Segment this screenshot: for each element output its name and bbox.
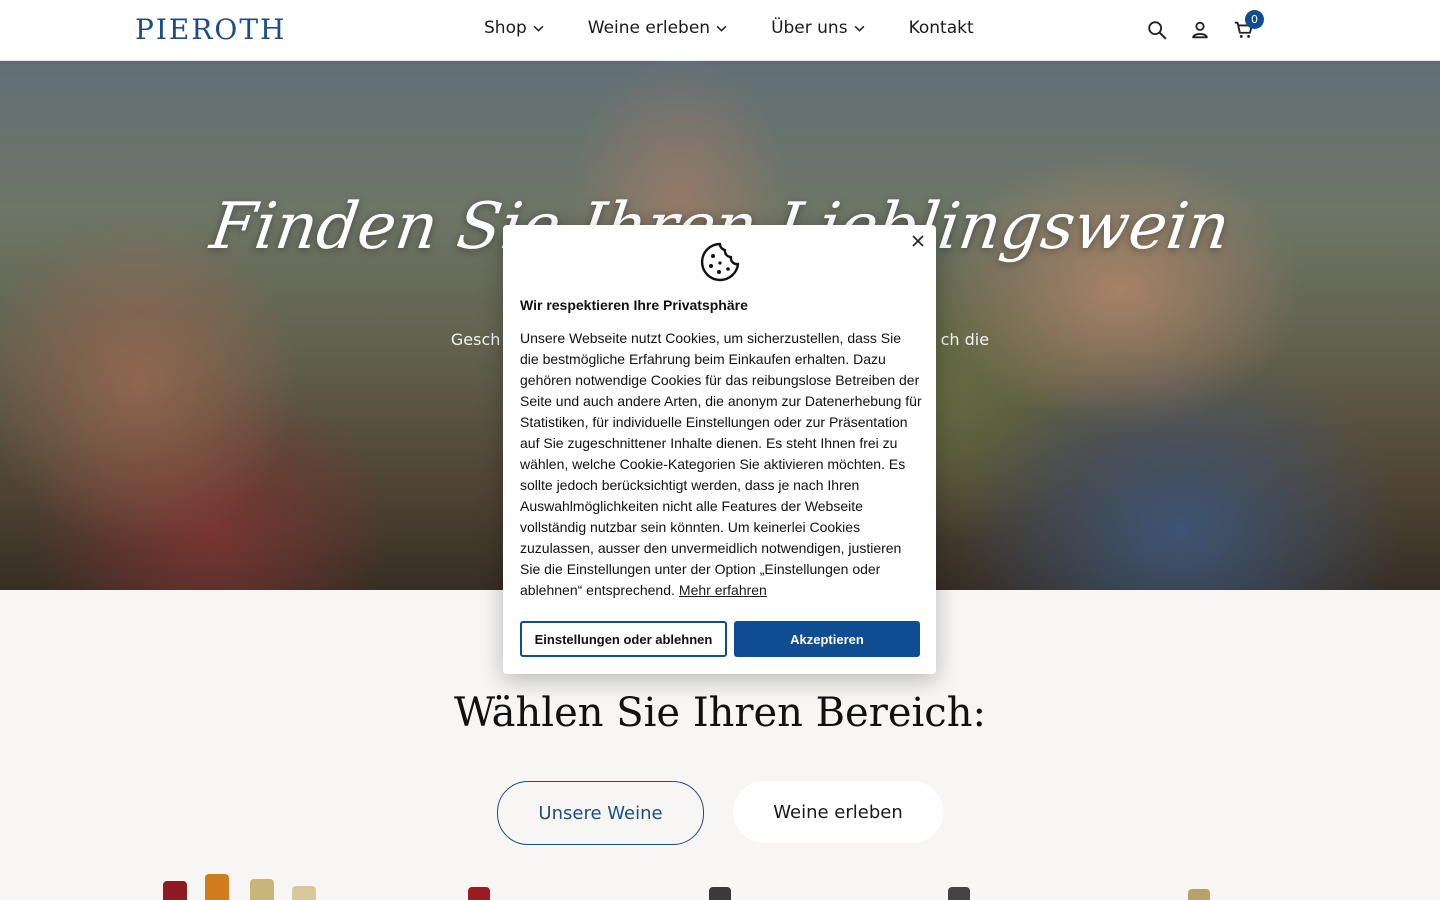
close-icon[interactable] xyxy=(910,233,926,249)
cart-count-badge: 0 xyxy=(1245,10,1264,29)
cookie-accept-button[interactable]: Akzeptieren xyxy=(734,621,920,657)
bottle-image xyxy=(292,886,316,900)
nav-shop[interactable]: Shop xyxy=(484,18,544,38)
cookie-body: Unsere Webseite nutzt Cookies, um sicher… xyxy=(520,328,922,601)
chevron-down-icon xyxy=(533,25,544,32)
bottle-image xyxy=(468,887,490,900)
user-icon[interactable] xyxy=(1189,19,1211,41)
site-header: PIEROTH Shop Weine erleben Über uns Kont… xyxy=(0,0,1440,61)
main-nav: Shop Weine erleben Über uns Kontakt xyxy=(484,18,974,38)
cookie-consent-dialog: Wir respektieren Ihre Privatsphäre Unser… xyxy=(503,225,936,674)
search-icon[interactable] xyxy=(1146,19,1168,41)
cookie-settings-button[interactable]: Einstellungen oder ablehnen xyxy=(520,621,727,657)
bottle-image xyxy=(250,879,274,900)
cookie-title: Wir respektieren Ihre Privatsphäre xyxy=(520,297,748,313)
hero-subtitle-right: ch die xyxy=(940,330,990,349)
pieroth-logo[interactable]: PIEROTH xyxy=(135,13,286,46)
unsere-weine-button[interactable]: Unsere Weine xyxy=(497,781,704,845)
hero-subtitle-left: Gesch xyxy=(450,330,501,349)
nav-kontakt-label: Kontakt xyxy=(908,18,974,38)
cookie-text: Unsere Webseite nutzt Cookies, um sicher… xyxy=(520,330,922,598)
nav-ueber-uns-label: Über uns xyxy=(771,18,848,38)
chevron-down-icon xyxy=(716,25,727,32)
mehr-erfahren-link[interactable]: Mehr erfahren xyxy=(679,582,767,598)
nav-weine-erleben[interactable]: Weine erleben xyxy=(588,18,727,38)
bottle-image xyxy=(163,881,187,900)
cookie-icon xyxy=(699,241,741,283)
section-title: Wählen Sie Ihren Bereich: xyxy=(454,690,986,736)
weine-erleben-button[interactable]: Weine erleben xyxy=(733,781,943,843)
bottle-image xyxy=(1188,889,1210,900)
bottle-image xyxy=(709,887,731,900)
nav-ueber-uns[interactable]: Über uns xyxy=(771,18,865,38)
bottle-image xyxy=(948,887,970,900)
chevron-down-icon xyxy=(854,25,865,32)
bottle-image xyxy=(205,874,229,900)
nav-shop-label: Shop xyxy=(484,18,527,38)
nav-kontakt[interactable]: Kontakt xyxy=(909,18,974,38)
nav-weine-erleben-label: Weine erleben xyxy=(587,18,711,38)
